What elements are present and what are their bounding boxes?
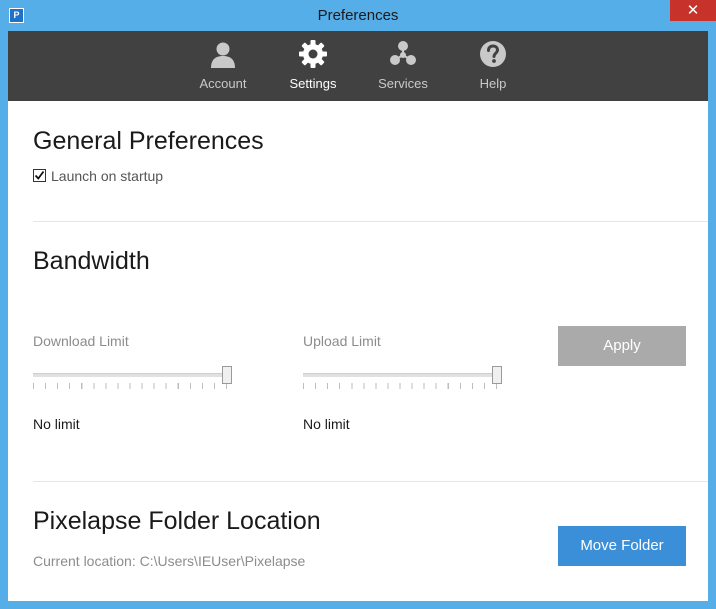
tab-services[interactable]: Services: [358, 31, 448, 101]
tab-services-label: Services: [378, 76, 428, 91]
tab-settings-label: Settings: [289, 76, 337, 91]
slider-ticks: [303, 383, 497, 389]
tab-account-label: Account: [199, 76, 247, 91]
tab-help-label: Help: [479, 76, 507, 91]
general-preferences-title: General Preferences: [33, 127, 264, 155]
divider: [33, 481, 708, 482]
title-bar[interactable]: P Preferences ✕: [0, 0, 716, 31]
tab-account[interactable]: Account: [178, 31, 268, 101]
download-limit-value: No limit: [33, 416, 80, 432]
launch-on-startup-label: Launch on startup: [51, 168, 164, 184]
apply-button[interactable]: Apply: [558, 326, 686, 366]
launch-on-startup-checkbox[interactable]: [33, 169, 46, 182]
bandwidth-title: Bandwidth: [33, 247, 150, 275]
slider-track: [303, 373, 497, 377]
gear-icon: [299, 40, 327, 68]
move-folder-button[interactable]: Move Folder: [558, 526, 686, 566]
upload-limit-label: Upload Limit: [303, 333, 381, 349]
current-location-text: Current location: C:\Users\IEUser\Pixela…: [33, 553, 306, 569]
slider-thumb[interactable]: [222, 366, 232, 384]
download-limit-slider[interactable]: [33, 366, 235, 390]
tab-settings[interactable]: Settings: [268, 31, 358, 101]
slider-ticks: [33, 383, 227, 389]
help-icon: [480, 41, 506, 67]
upload-limit-value: No limit: [303, 416, 350, 432]
folder-location-title: Pixelapse Folder Location: [33, 507, 321, 535]
window-title: Preferences: [317, 7, 399, 24]
checkmark-icon: [34, 170, 45, 180]
services-icon: [390, 41, 416, 65]
slider-track: [33, 373, 227, 377]
close-button[interactable]: ✕: [670, 0, 716, 21]
slider-thumb[interactable]: [492, 366, 502, 384]
preferences-panel: Account Settings Services Help General P…: [8, 31, 708, 601]
divider: [33, 221, 708, 222]
toolbar: Account Settings Services Help: [8, 31, 708, 101]
tab-help[interactable]: Help: [448, 31, 538, 101]
upload-limit-slider[interactable]: [303, 366, 505, 390]
download-limit-label: Download Limit: [33, 333, 129, 349]
user-icon: [211, 42, 235, 68]
